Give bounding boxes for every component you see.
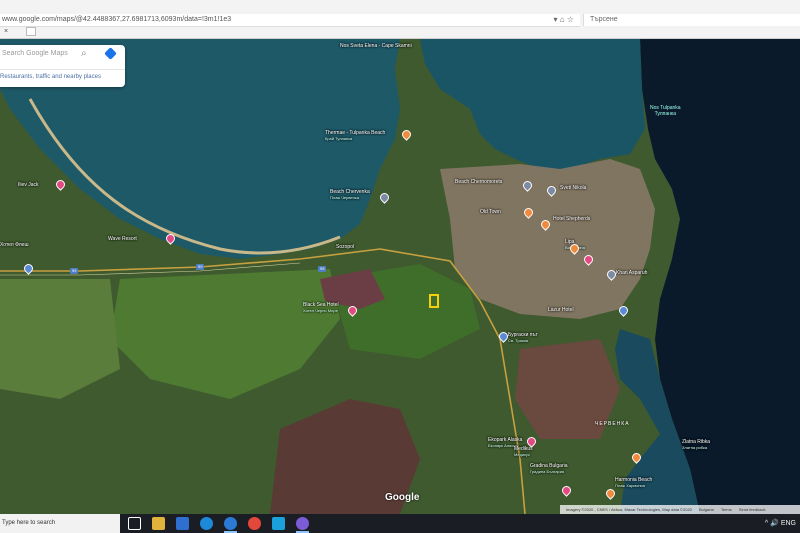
file-explorer-icon[interactable]	[152, 517, 165, 530]
selected-area-marker[interactable]	[429, 294, 439, 308]
imagery-credit: Imagery ©2020 , CNES / Airbus, Maxar Tec…	[566, 507, 692, 512]
label-beach-center[interactable]: Beach Chernomorets	[455, 179, 502, 185]
road-number-badge: 99	[196, 264, 205, 270]
label-left-2[interactable]: Хотел Флеш	[0, 242, 28, 248]
directions-icon[interactable]	[104, 47, 117, 60]
language-indicator[interactable]: ENG	[781, 520, 796, 527]
label-lazur[interactable]: Lazur Hotel	[548, 307, 574, 313]
browser-chrome: www.google.com/maps/@42.4488367,27.69817…	[0, 0, 800, 39]
label-khan[interactable]: Khan Asparuh	[616, 270, 647, 276]
label-shepherds[interactable]: Hotel Shepherds	[553, 216, 590, 222]
label-cape-skamni[interactable]: Nos Sveta Elena - Cape Skamni	[340, 43, 412, 49]
windows-taskbar: Type here to search ^ 🔊 ENG	[0, 514, 800, 533]
system-tray[interactable]: ^ 🔊 ENG	[765, 514, 796, 533]
label-medikus[interactable]: Medikus Медикус	[514, 446, 533, 458]
terms-link[interactable]: Terms	[721, 507, 732, 512]
tray-icons[interactable]: ^ 🔊	[765, 520, 779, 527]
satellite-map[interactable]: Nos Sveta Elena - Cape Skamni Nos Tulpan…	[0, 39, 800, 514]
search-icon[interactable]: ⌕	[81, 48, 87, 59]
chrome-icon[interactable]	[248, 517, 261, 530]
feedback-link[interactable]: Send feedback	[739, 507, 766, 512]
search-hint[interactable]: Restaurants, traffic and nearby places	[0, 74, 101, 80]
label-ravadinovo[interactable]: Бургаски път Св. Тракия	[508, 332, 538, 344]
tab-close-icon[interactable]: ×	[4, 28, 8, 35]
divider	[0, 69, 125, 70]
label-zlatna[interactable]: Zlatna Ribka Златна рибка	[682, 439, 710, 451]
label-chervenka-district: ЧЕРВЕНКА	[595, 421, 630, 427]
label-left-1[interactable]: Iliev Jack	[18, 182, 39, 188]
maps-search-input[interactable]: Search Google Maps	[2, 50, 68, 57]
label-sveti-nikola[interactable]: Sveti Nikola	[560, 185, 586, 191]
edge-icon[interactable]	[200, 517, 213, 530]
skype-icon[interactable]	[272, 517, 285, 530]
maps-search-panel[interactable]: Search Google Maps ⌕ Restaurants, traffi…	[0, 45, 125, 87]
browser-search-box[interactable]: Търсене	[583, 14, 800, 26]
road-number-badge: 99	[318, 266, 327, 272]
label-harmonia[interactable]: Harmonia Beach Плаж Хармония	[615, 477, 652, 489]
label-sozopol[interactable]: Sozopol	[336, 244, 354, 250]
label-black-sea-hotel[interactable]: Black Sea Hotel Хотел Черно Море	[303, 302, 339, 314]
label-left-3[interactable]: Wave Resort	[108, 236, 137, 242]
google-logo: Google	[385, 492, 420, 503]
map-attribution: Imagery ©2020 , CNES / Airbus, Maxar Tec…	[560, 505, 800, 514]
taskbar-search-box[interactable]: Type here to search	[0, 514, 120, 533]
internet-explorer-icon[interactable]	[224, 517, 237, 533]
label-beach-chervenka[interactable]: Beach Chervenka Плаж Червенка	[330, 189, 370, 201]
viber-icon[interactable]	[296, 517, 309, 533]
task-view-icon[interactable]	[128, 517, 141, 530]
label-gradina-bg[interactable]: Gradina Bulgaria Градина България	[530, 463, 568, 475]
road-number-badge: 99	[70, 268, 79, 274]
url-text[interactable]: www.google.com/maps/@42.4488367,27.69817…	[2, 14, 231, 26]
country-link[interactable]: Bulgaria	[699, 507, 714, 512]
word-icon[interactable]	[176, 517, 189, 530]
label-thermae[interactable]: Thermae - Tulpanka Beach Край Тулпанка	[325, 130, 385, 142]
address-bar-icons[interactable]: ▾ ⌂ ☆	[554, 14, 574, 26]
new-tab-icon[interactable]	[26, 27, 36, 36]
label-old-town[interactable]: Old Town	[480, 209, 501, 215]
address-bar[interactable]: www.google.com/maps/@42.4488367,27.69817…	[0, 14, 580, 27]
label-cape-tulpanka[interactable]: Nos Tulpanka Тулпанка	[650, 105, 681, 117]
